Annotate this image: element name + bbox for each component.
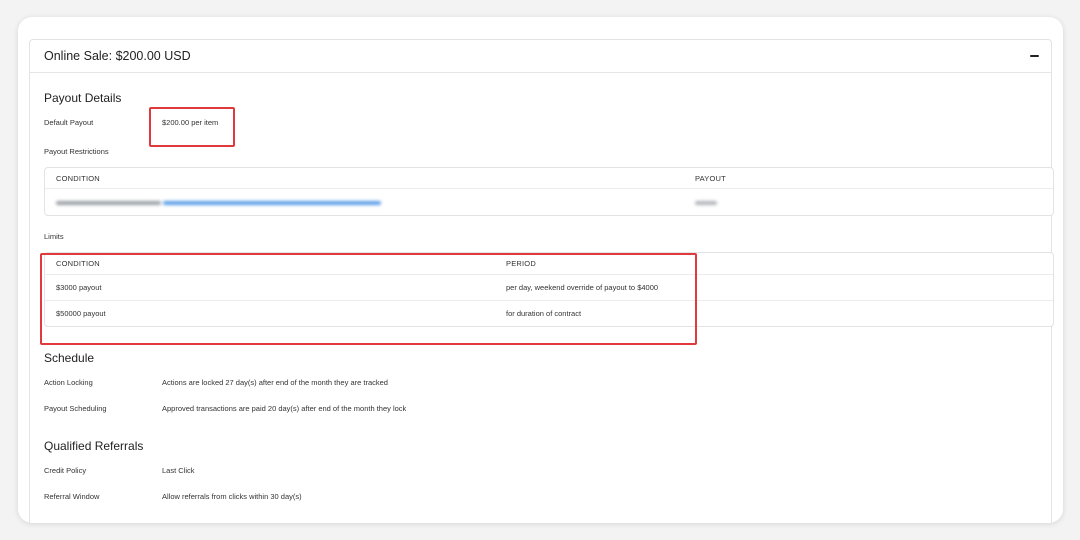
redacted-condition-text: [56, 201, 161, 205]
default-payout-label: Default Payout: [44, 118, 94, 127]
payout-scheduling-label: Payout Scheduling: [44, 404, 107, 413]
restrictions-header-condition: CONDITION: [56, 174, 100, 183]
payout-restrictions-label: Payout Restrictions: [44, 147, 109, 156]
default-payout-value: $200.00 per item: [162, 118, 219, 127]
online-sale-panel: Online Sale: $200.00 USD Payout Details …: [29, 39, 1054, 523]
limits-table: CONDITION PERIOD $3000 payout per day, w…: [44, 252, 1054, 327]
limits-row-2-condition: $50000 payout: [56, 309, 106, 318]
referral-window-value: Allow referrals from clicks within 30 da…: [162, 492, 302, 501]
redacted-payout-text: [695, 201, 717, 205]
payout-restrictions-table: CONDITION PAYOUT: [44, 167, 1054, 216]
app-window: Online Sale: $200.00 USD Payout Details …: [18, 17, 1063, 523]
limits-label: Limits: [44, 232, 64, 241]
schedule-title: Schedule: [44, 351, 95, 365]
credit-policy-label: Credit Policy: [44, 466, 87, 475]
limits-row-1-condition: $3000 payout: [56, 283, 102, 292]
minus-icon[interactable]: [1027, 49, 1041, 63]
limits-row-1-period: per day, weekend override of payout to $…: [506, 283, 659, 292]
credit-policy-value: Last Click: [162, 466, 195, 475]
payout-scheduling-value: Approved transactions are paid 20 day(s)…: [162, 404, 407, 413]
limits-header-period: PERIOD: [506, 259, 536, 268]
limits-row-2-period: for duration of contract: [506, 309, 582, 318]
payout-details-title: Payout Details: [44, 91, 122, 105]
limits-header-condition: CONDITION: [56, 259, 100, 268]
qualified-referrals-title: Qualified Referrals: [44, 439, 144, 453]
restrictions-header-payout: PAYOUT: [695, 174, 726, 183]
redacted-condition-link[interactable]: [163, 201, 381, 205]
action-locking-label: Action Locking: [44, 378, 93, 387]
referral-window-label: Referral Window: [44, 492, 100, 501]
panel-title: Online Sale: $200.00 USD: [44, 49, 191, 63]
action-locking-value: Actions are locked 27 day(s) after end o…: [162, 378, 388, 387]
panel-header[interactable]: Online Sale: $200.00 USD: [30, 40, 1051, 73]
